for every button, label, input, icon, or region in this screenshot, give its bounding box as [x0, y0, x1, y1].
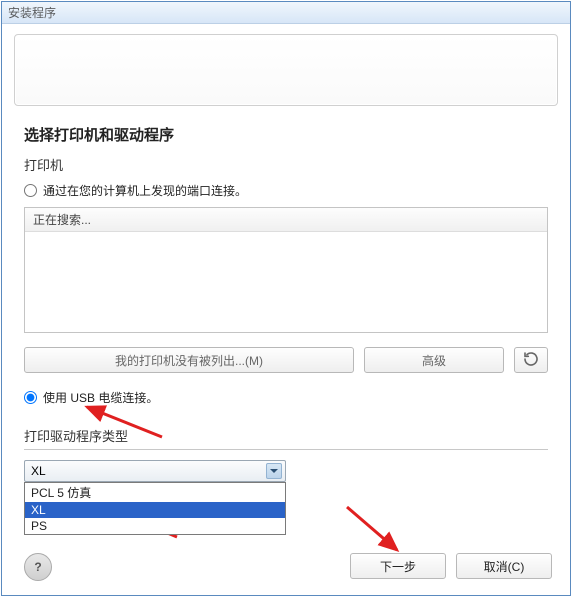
next-button[interactable]: 下一步	[350, 553, 446, 579]
dropdown-option-ps[interactable]: PS	[25, 518, 285, 534]
refresh-button[interactable]	[514, 347, 548, 373]
listbox-header: 正在搜索...	[25, 208, 547, 232]
installer-window: 安装程序 选择打印机和驱动程序 打印机 通过在您的计算机上发现的端口连接。 正在…	[1, 1, 571, 596]
cancel-button[interactable]: 取消(C)	[456, 553, 552, 579]
printer-listbox[interactable]: 正在搜索...	[24, 207, 548, 333]
chevron-down-icon	[266, 463, 282, 479]
driver-select-wrap: XL PCL 5 仿真 XL PS	[24, 460, 286, 482]
dropdown-option-xl[interactable]: XL	[25, 502, 285, 518]
divider	[24, 449, 548, 450]
radio-port-label: 通过在您的计算机上发现的端口连接。	[43, 182, 247, 199]
listbox-buttons: 我的打印机没有被列出...(M) 高级	[24, 347, 548, 373]
footer-left: ?	[24, 553, 52, 581]
radio-usb-row[interactable]: 使用 USB 电缆连接。	[24, 389, 548, 406]
advanced-button[interactable]: 高级	[364, 347, 504, 373]
help-icon: ?	[34, 560, 41, 574]
printer-label: 打印机	[24, 155, 548, 174]
window-title: 安装程序	[8, 4, 56, 21]
not-listed-button[interactable]: 我的打印机没有被列出...(M)	[24, 347, 354, 373]
titlebar: 安装程序	[2, 2, 570, 24]
dropdown-option-pcl5[interactable]: PCL 5 仿真	[25, 483, 285, 502]
page-heading: 选择打印机和驱动程序	[24, 124, 548, 145]
radio-port[interactable]	[24, 184, 37, 197]
listbox-body	[25, 232, 547, 240]
select-value: XL	[31, 464, 46, 478]
driver-type-select[interactable]: XL	[24, 460, 286, 482]
banner	[14, 34, 558, 106]
radio-port-row[interactable]: 通过在您的计算机上发现的端口连接。	[24, 182, 548, 199]
driver-type-label: 打印驱动程序类型	[24, 426, 548, 445]
refresh-icon	[523, 351, 539, 370]
footer-buttons: 下一步 取消(C)	[350, 553, 552, 579]
driver-dropdown[interactable]: PCL 5 仿真 XL PS	[24, 482, 286, 535]
radio-usb-label: 使用 USB 电缆连接。	[43, 389, 158, 406]
radio-usb[interactable]	[24, 391, 37, 404]
content: 选择打印机和驱动程序 打印机 通过在您的计算机上发现的端口连接。 正在搜索...…	[2, 106, 570, 482]
help-button[interactable]: ?	[24, 553, 52, 581]
banner-area	[2, 24, 570, 106]
